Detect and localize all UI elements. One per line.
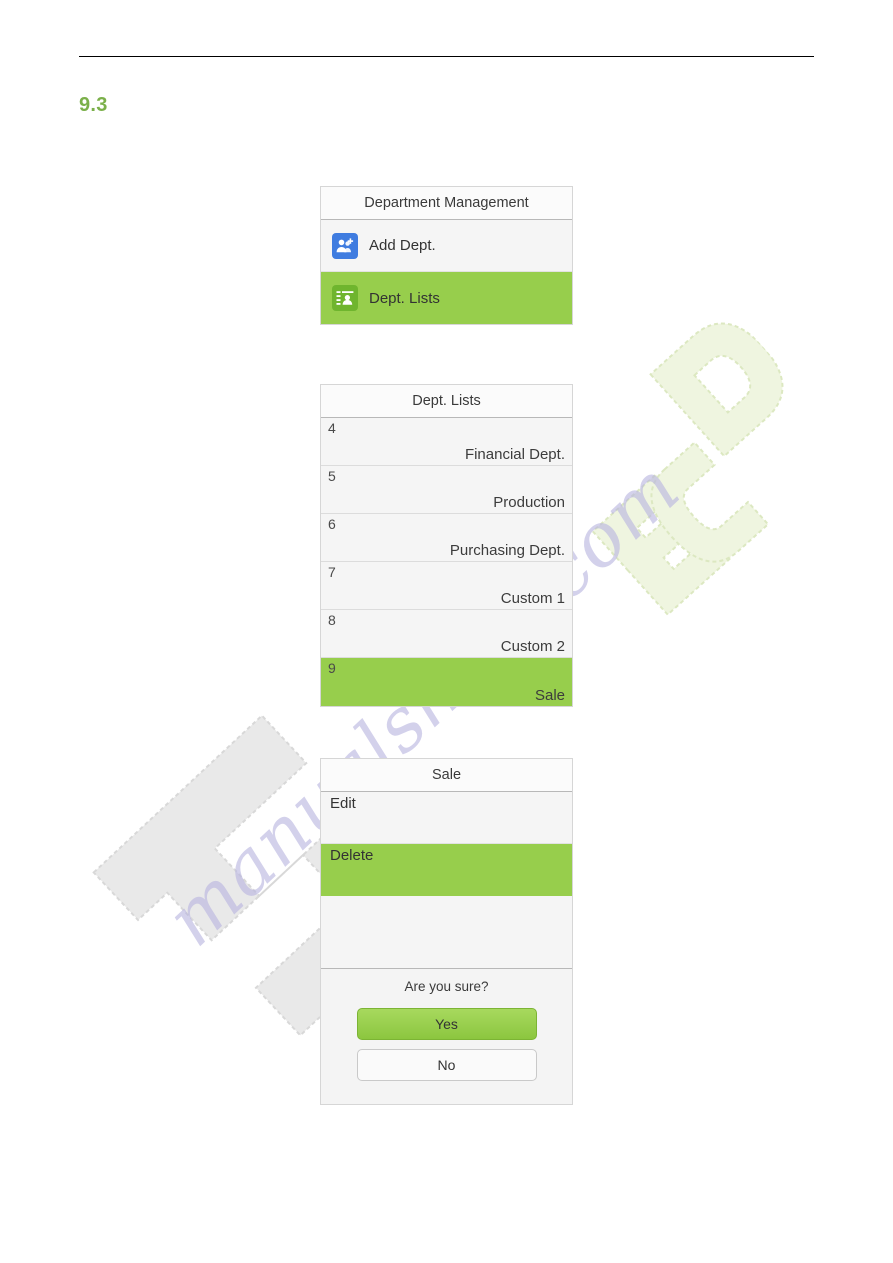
add-users-icon [332,232,358,259]
dept-row-name: Sale [534,687,565,704]
action-item-edit[interactable]: Edit [321,792,572,844]
menu-item-add-dept-label: Add Dept. [369,237,436,254]
confirm-dialog: Are you sure? Yes No [321,969,572,1104]
sale-actions-panel: Sale Edit Delete Are you sure? Yes No [320,758,573,1105]
dept-row-id: 6 [328,516,336,532]
action-list-empty-space [321,896,572,969]
confirm-message: Are you sure? [404,979,489,994]
confirm-yes-button[interactable]: Yes [356,1008,537,1040]
department-management-panel: Department Management Add Dept. Dept. Li… [320,186,573,325]
panel-title-department-management: Department Management [321,187,572,220]
dept-list-icon [332,285,358,311]
dept-lists-panel: Dept. Lists 4 Financial Dept. 5 Producti… [320,384,573,707]
dept-row-id: 5 [328,468,336,484]
page-header-rule [79,56,814,57]
table-row[interactable]: 9 Sale [321,658,572,706]
dept-row-name: Purchasing Dept. [449,542,565,559]
confirm-no-button[interactable]: No [356,1049,537,1081]
add-users-glyph [336,237,354,252]
table-row[interactable]: 4 Financial Dept. [321,418,572,466]
table-row[interactable]: 5 Production [321,466,572,514]
dept-row-id: 7 [328,564,336,580]
section-number: 9.3 [79,94,108,116]
table-row[interactable]: 8 Custom 2 [321,610,572,658]
table-row[interactable]: 6 Purchasing Dept. [321,514,572,562]
panel-title-sale: Sale [321,759,572,792]
dept-row-id: 8 [328,612,336,628]
menu-item-add-dept[interactable]: Add Dept. [321,220,572,272]
action-item-delete[interactable]: Delete [321,844,572,896]
dept-row-name: Custom 1 [500,590,565,607]
dept-row-id: 4 [328,420,336,436]
dept-row-name: Financial Dept. [464,446,565,463]
menu-item-dept-lists[interactable]: Dept. Lists [321,272,572,324]
panel-title-dept-lists: Dept. Lists [321,385,572,418]
menu-item-dept-lists-label: Dept. Lists [369,289,440,307]
dept-row-name: Custom 2 [500,638,565,655]
dept-row-id: 9 [328,660,336,676]
dept-row-name: Production [493,494,565,511]
dept-list-glyph [336,291,354,305]
table-row[interactable]: 7 Custom 1 [321,562,572,610]
